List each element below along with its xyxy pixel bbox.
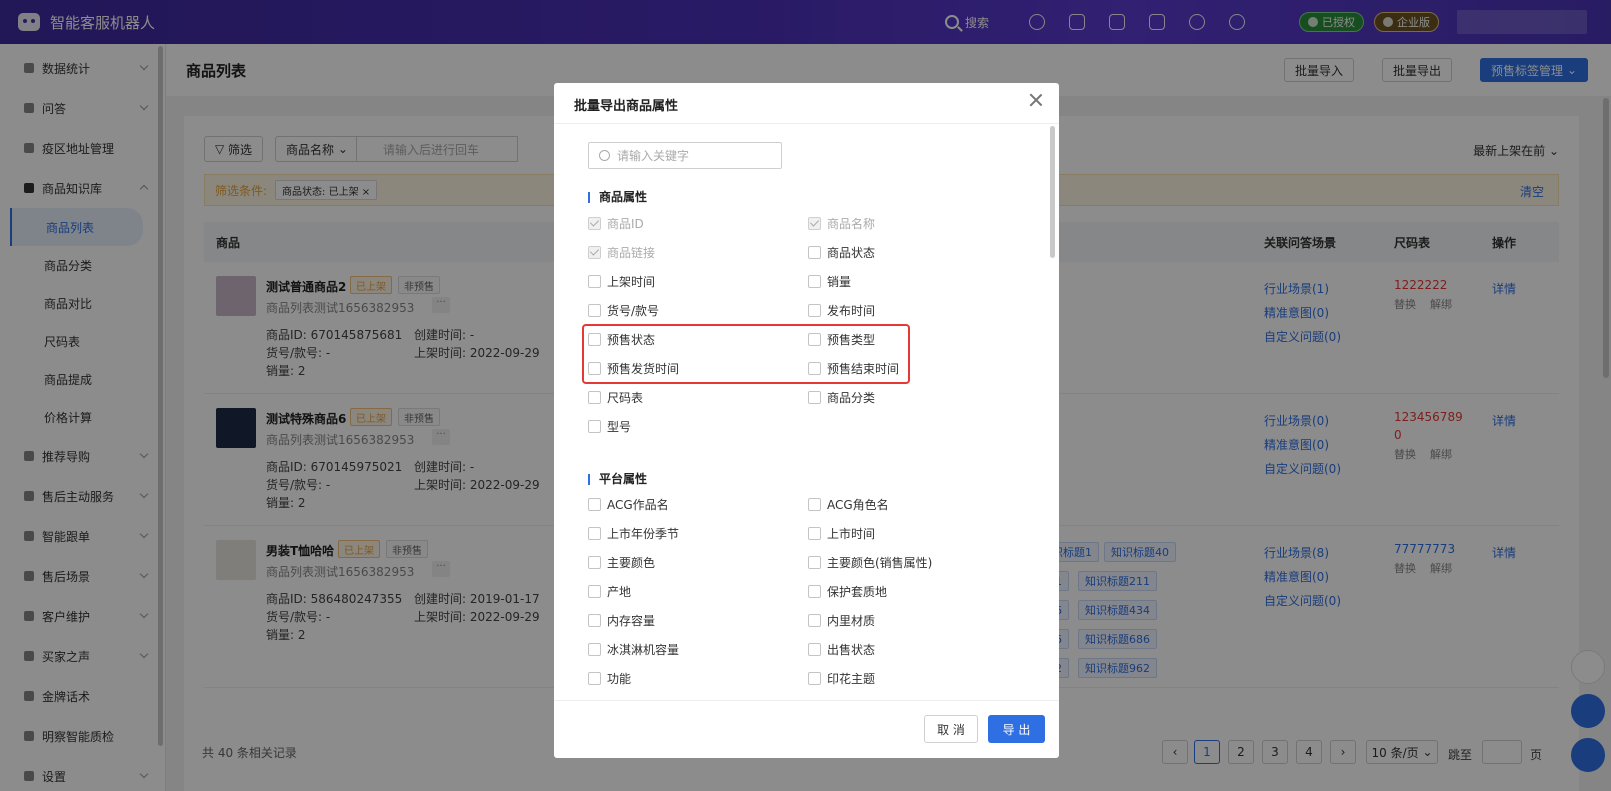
checkbox-label: 主要颜色(销售属性) (827, 556, 933, 570)
checkbox-memory[interactable]: 内存容量 (588, 612, 655, 629)
keyword-search-input[interactable]: 请输入关键字 (588, 142, 782, 169)
checkbox-print-theme[interactable]: 印花主题 (808, 670, 875, 687)
checkbox-label: 发布时间 (827, 304, 876, 318)
keyword-search-placeholder: 请输入关键字 (617, 149, 690, 163)
checkbox-listing-time[interactable]: 上架时间 (588, 273, 655, 290)
checkbox-icon (588, 614, 601, 627)
checkbox-icon (588, 556, 601, 569)
checkbox-sale-status[interactable]: 出售状态 (808, 641, 875, 658)
checkbox-label: 功能 (607, 672, 632, 686)
checkbox-origin[interactable]: 产地 (588, 583, 631, 600)
checkbox-model[interactable]: 型号 (588, 418, 631, 435)
checkbox-lining-material[interactable]: 内里材质 (808, 612, 875, 629)
checkbox-product-link[interactable]: 商品链接 (588, 244, 655, 261)
close-icon[interactable] (1029, 93, 1043, 107)
checkbox-publish-time[interactable]: 发布时间 (808, 302, 875, 319)
checkbox-acg-character[interactable]: ACG角色名 (808, 496, 889, 513)
checkbox-size-chart[interactable]: 尺码表 (588, 389, 643, 406)
checkbox-label: 商品ID (607, 217, 644, 231)
export-attributes-dialog: 批量导出商品属性 请输入关键字 商品属性 商品ID 商品名称 商品链接 商品状态… (554, 83, 1059, 758)
checkbox-label: 出售状态 (827, 643, 876, 657)
checkbox-icon (588, 672, 601, 685)
checkbox-label: 冰淇淋机容量 (607, 643, 680, 657)
checkbox-icon (588, 585, 601, 598)
checkbox-label: 内存容量 (607, 614, 656, 628)
checkbox-label: 印花主题 (827, 672, 876, 686)
checkbox-icon (808, 672, 821, 685)
checkbox-label: 产地 (607, 585, 632, 599)
checkbox-icon (808, 585, 821, 598)
checkbox-label: 上架时间 (607, 275, 656, 289)
checkbox-icon (588, 420, 601, 433)
checkbox-icon (588, 498, 601, 511)
checkbox-label: 商品分类 (827, 391, 876, 405)
checkbox-label: 商品状态 (827, 246, 876, 260)
checkbox-launch-time[interactable]: 上市时间 (808, 525, 875, 542)
checkbox-icon (588, 643, 601, 656)
dialog-title: 批量导出商品属性 (574, 99, 679, 114)
export-button[interactable]: 导 出 (988, 715, 1045, 743)
checkbox-icon (808, 217, 821, 230)
cancel-button[interactable]: 取 消 (924, 715, 978, 743)
checkbox-label: 销量 (827, 275, 852, 289)
checkbox-icon (808, 527, 821, 540)
checkbox-label: 上市年份季节 (607, 527, 680, 541)
search-icon (599, 150, 610, 161)
checkbox-icon (808, 391, 821, 404)
dialog-body: 请输入关键字 商品属性 商品ID 商品名称 商品链接 商品状态 上架时间 销量 … (554, 124, 1059, 700)
section-product-attrs: 商品属性 (588, 191, 647, 203)
checkbox-icon (588, 217, 601, 230)
checkbox-icon (808, 643, 821, 656)
checkbox-label: 上市时间 (827, 527, 876, 541)
checkbox-label: 内里材质 (827, 614, 876, 628)
checkbox-icon (588, 391, 601, 404)
checkbox-function[interactable]: 功能 (588, 670, 631, 687)
checkbox-label: 商品名称 (827, 217, 876, 231)
checkbox-label: 型号 (607, 420, 632, 434)
checkbox-icon (808, 246, 821, 259)
checkbox-ice-cream-capacity[interactable]: 冰淇淋机容量 (588, 641, 679, 658)
checkbox-main-color[interactable]: 主要颜色 (588, 554, 655, 571)
checkbox-icon (808, 304, 821, 317)
checkbox-product-category[interactable]: 商品分类 (808, 389, 875, 406)
dialog-scrollbar[interactable] (1050, 126, 1055, 258)
checkbox-label: 主要颜色 (607, 556, 656, 570)
checkbox-sku[interactable]: 货号/款号 (588, 302, 659, 319)
checkbox-label: 保护套质地 (827, 585, 888, 599)
checkbox-icon (588, 275, 601, 288)
checkbox-main-color-sales[interactable]: 主要颜色(销售属性) (808, 554, 932, 571)
presale-highlight-box (582, 324, 910, 384)
checkbox-label: 尺码表 (607, 391, 644, 405)
checkbox-product-name[interactable]: 商品名称 (808, 215, 875, 232)
checkbox-acg-work[interactable]: ACG作品名 (588, 496, 669, 513)
dialog-footer: 取 消 导 出 (554, 700, 1059, 758)
section-platform-attrs: 平台属性 (588, 473, 647, 485)
checkbox-label: ACG作品名 (607, 498, 669, 512)
checkbox-product-id[interactable]: 商品ID (588, 215, 644, 232)
checkbox-icon (808, 556, 821, 569)
checkbox-sales[interactable]: 销量 (808, 273, 851, 290)
checkbox-icon (588, 527, 601, 540)
checkbox-product-status[interactable]: 商品状态 (808, 244, 875, 261)
checkbox-icon (808, 275, 821, 288)
checkbox-label: 商品链接 (607, 246, 656, 260)
checkbox-icon (588, 304, 601, 317)
checkbox-label: 货号/款号 (607, 304, 660, 318)
checkbox-case-material[interactable]: 保护套质地 (808, 583, 887, 600)
checkbox-label: ACG角色名 (827, 498, 889, 512)
checkbox-launch-season[interactable]: 上市年份季节 (588, 525, 679, 542)
checkbox-icon (588, 246, 601, 259)
checkbox-icon (808, 614, 821, 627)
checkbox-icon (808, 498, 821, 511)
